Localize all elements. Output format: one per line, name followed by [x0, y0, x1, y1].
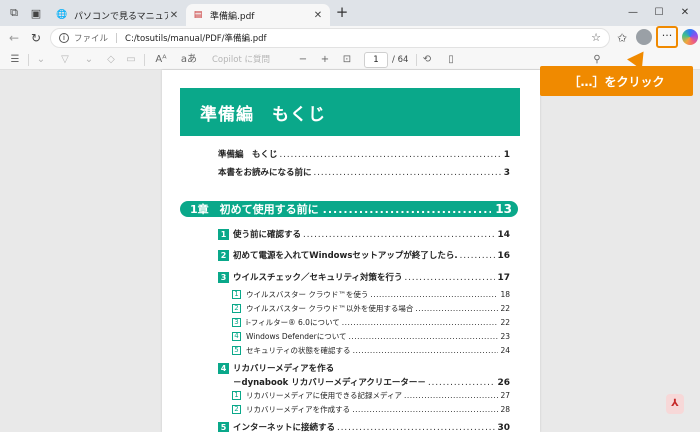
highlight-icon[interactable]: ⌄: [34, 53, 48, 67]
toc-section[interactable]: 1使う前に確認する14: [218, 228, 510, 240]
tab-strip: ⧉ ▣ 🌐 パソコンで見るマニュアル ✕ ▤ 準備編.pdf ✕ + — ☐ ✕: [0, 0, 700, 26]
copilot-ask-button[interactable]: Copilot に質問: [212, 53, 282, 67]
toc-subsection[interactable]: 4Windows Defenderについて23: [232, 331, 510, 342]
address-url[interactable]: C:/tosutils/manual/PDF/準備編.pdf: [125, 32, 266, 44]
zoom-in-icon[interactable]: +: [318, 53, 332, 67]
tab-close-icon[interactable]: ✕: [168, 10, 180, 21]
globe-icon: 🌐: [56, 10, 68, 20]
favorite-star-icon[interactable]: ☆: [591, 31, 601, 44]
text-size-icon[interactable]: Aᴬ: [152, 53, 170, 67]
toc-subsection[interactable]: 1リカバリーメディアに使用できる記録メディア27: [232, 390, 510, 401]
toc-section[interactable]: 3ウイルスチェック／セキュリティ対策を行う17: [218, 271, 510, 283]
pdf-page: 準備編 もくじ 準備編 もくじ1 本書をお読みになる前に3 1章 初めて使用する…: [162, 70, 540, 432]
draw-icon[interactable]: ▽: [58, 53, 72, 67]
page-title: 準備編 もくじ: [180, 88, 520, 136]
filter-icon[interactable]: ⌄: [82, 53, 96, 67]
toolbar-divider: [416, 54, 417, 66]
tab-title: 準備編.pdf: [210, 11, 255, 22]
info-icon[interactable]: i: [59, 33, 69, 43]
document-area: 準備編 もくじ 準備編 もくじ1 本書をお読みになる前に3 1章 初めて使用する…: [0, 70, 700, 432]
toolbar-divider: [28, 54, 29, 66]
page-number-input[interactable]: 1: [364, 52, 388, 68]
toc-section-continued[interactable]: －dynabook リカバリーメディアクリエーター－26: [233, 376, 510, 388]
tab-close-icon[interactable]: ✕: [312, 10, 324, 21]
profile-avatar[interactable]: [636, 29, 652, 45]
refresh-button[interactable]: ↻: [28, 30, 44, 46]
settings-more-button[interactable]: ···: [656, 26, 678, 48]
close-window-button[interactable]: ✕: [674, 3, 696, 21]
page-view-icon[interactable]: ▯: [444, 53, 458, 67]
erase-icon[interactable]: ◇: [104, 53, 118, 67]
back-button[interactable]: ←: [6, 30, 22, 46]
zoom-out-icon[interactable]: −: [296, 53, 310, 67]
toolbar-divider: [144, 54, 145, 66]
contents-icon[interactable]: ☰: [8, 53, 22, 67]
toc-subsection[interactable]: 3i-フィルター® 6.0について22: [232, 317, 510, 328]
toc-entry[interactable]: 本書をお読みになる前に3: [218, 166, 510, 178]
tab-pdf[interactable]: ▤ 準備編.pdf ✕: [186, 4, 330, 26]
favorites-icon[interactable]: ✩: [614, 30, 630, 46]
toc-section[interactable]: 5インターネットに接続する30: [218, 421, 510, 432]
toc-subsection[interactable]: 5セキュリティの状態を確認する24: [232, 345, 510, 356]
pdf-app-icon[interactable]: ⅄: [666, 394, 684, 414]
copilot-icon[interactable]: [682, 29, 698, 45]
toc-section[interactable]: 4 リカバリーメディアを作る: [218, 362, 510, 374]
tab-manual[interactable]: 🌐 パソコンで見るマニュアル ✕: [50, 4, 186, 26]
page-total: / 64: [392, 55, 409, 65]
address-divider: [116, 33, 118, 43]
tab-actions-icon[interactable]: ▣: [28, 5, 44, 21]
add-text-icon[interactable]: ▭: [124, 53, 138, 67]
workspaces-icon[interactable]: ⧉: [6, 5, 22, 21]
maximize-button[interactable]: ☐: [648, 3, 670, 21]
navigation-bar: ← ↻ i ファイル C:/tosutils/manual/PDF/準備編.pd…: [0, 26, 700, 50]
chapter-heading[interactable]: 1章 初めて使用する前に13: [180, 201, 518, 217]
minimize-button[interactable]: —: [622, 3, 644, 21]
tab-title: パソコンで見るマニュアル: [74, 11, 168, 22]
pdf-icon: ▤: [193, 10, 203, 20]
address-scheme: ファイル: [74, 34, 109, 44]
search-icon[interactable]: ⚲: [590, 53, 604, 67]
address-bar[interactable]: i ファイル C:/tosutils/manual/PDF/準備編.pdf ☆: [50, 28, 610, 48]
read-aloud-icon[interactable]: aあ: [180, 53, 198, 67]
rotate-icon[interactable]: ⟲: [420, 53, 434, 67]
toc-entry[interactable]: 準備編 もくじ1: [218, 148, 510, 160]
fit-page-icon[interactable]: ⊡: [340, 53, 354, 67]
toc-subsection[interactable]: 2ウイルスバスター クラウド™以外を使用する場合22: [232, 303, 510, 314]
toc-subsection[interactable]: 2リカバリーメディアを作成する28: [232, 404, 510, 415]
new-tab-button[interactable]: +: [334, 5, 350, 21]
toc-section[interactable]: 2初めて電源を入れてWindowsセットアップが終了したら.16: [218, 249, 510, 261]
instruction-callout: ［…］をクリック: [540, 66, 693, 96]
toc-subsection[interactable]: 1ウイルスバスター クラウド™を使う18: [232, 289, 510, 300]
